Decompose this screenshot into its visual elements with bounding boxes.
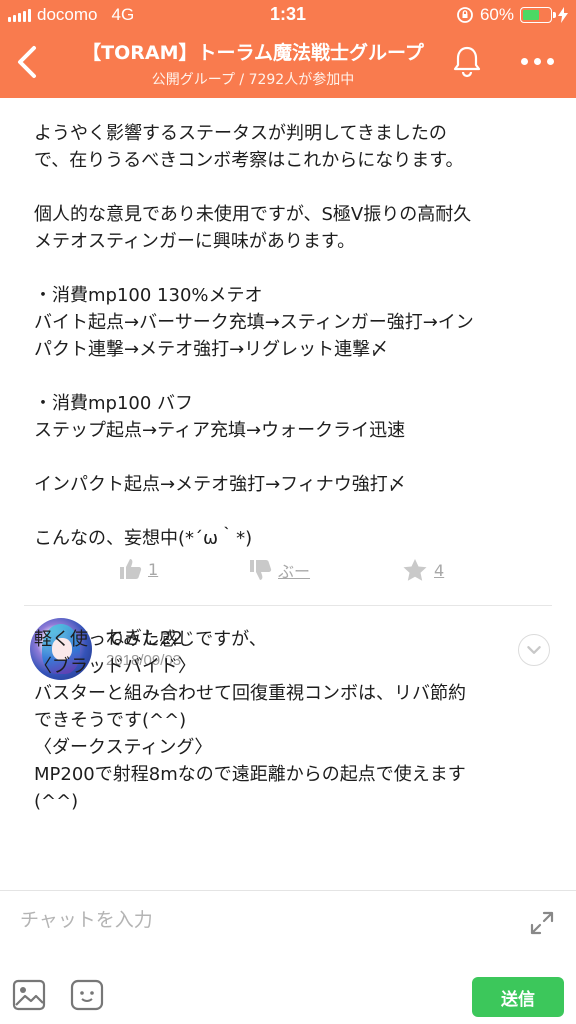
post-line: バイト起点→バーサーク充填→スティンガー強打→イン [34,312,474,333]
comment-line: バスターと組み合わせて回復重視コンボは、リバ節約 [34,683,466,704]
thumbs-up-icon [120,559,142,579]
post-line: ・消費mp100 バフ [34,393,194,414]
thumbs-down-icon [250,560,272,580]
post-line: ようやく影響するステータスが判明してきましたの [34,123,447,144]
comment-line: (^^) [34,791,79,812]
group-title: 【TORAM】トーラム魔法戦士グループ [82,42,424,64]
image-icon[interactable] [12,979,46,1011]
comment-line: 〈ブラッドバイド〉 [34,656,196,677]
star-button[interactable]: 4 [402,558,444,582]
status-bar: docomo 4G 1:31 60% [0,0,576,30]
top-bar: docomo 4G 1:31 60% 【TORAM】トーラム魔法戦士グループ 公… [0,0,576,98]
charging-bolt-icon [558,7,568,23]
bell-icon[interactable] [450,44,484,78]
orientation-lock-icon [457,7,473,23]
comment-line: できそうです(^^) [34,710,187,731]
post-line: ・消費mp100 130%メテオ [34,285,263,306]
post-line: 個人的な意見であり未使用ですが、S極V振りの高耐久 [34,204,472,225]
battery-fill [523,10,539,20]
sticker-icon[interactable] [70,979,104,1011]
post-line [34,444,554,471]
post-line: パクト連撃→メテオ強打→リグレット連撃〆 [34,339,389,360]
battery-icon [520,7,556,23]
post-reactions: 1 ぶー 4 [0,558,576,594]
comment-line: 軽く使ってみた感じですが、 [34,629,267,650]
post-line [34,363,554,390]
post-line [34,498,554,525]
group-subtitle: 公開グループ / 7292人が参加中 [151,72,355,88]
more-icon[interactable] [521,58,554,65]
comment-body: 軽く使ってみた感じですが、 〈ブラッドバイド〉バスターと組み合わせて回復重視コンボ… [34,626,554,815]
comment-line: MP200で射程8mなので遠距離からの起点で使えます [34,764,466,785]
group-title-block[interactable]: 【TORAM】トーラム魔法戦士グループ 公開グループ / 7292人が参加中 [60,38,446,89]
chat-input[interactable] [20,905,500,935]
nav-bar: 【TORAM】トーラム魔法戦士グループ 公開グループ / 7292人が参加中 [0,30,576,98]
post-line: メテオスティンガーに興味があります。 [34,231,356,252]
like-count: 1 [148,559,159,579]
chevron-left-icon[interactable] [10,42,46,82]
battery-percent: 60% [479,5,514,24]
post-line: インパクト起点→メテオ強打→フィナウ強打〆 [34,474,406,495]
post-body: ようやく影響するステータスが判明してきましたの で、在りうるべきコンボ考察はこれか… [34,120,554,552]
post-line: ステップ起点→ティア充填→ウォークライ迅速 [34,420,406,441]
chat-composer: 送信 [0,890,576,1024]
dislike-label: ぶー [278,562,311,581]
post-line: で、在りうるべきコンボ考察はこれからになります。 [34,150,464,171]
post-line [34,255,554,282]
comment-line: 〈ダークスティング〉 [34,737,213,758]
post-line [34,174,554,201]
dislike-button[interactable]: ぶー [248,558,310,582]
send-button[interactable]: 送信 [472,977,564,1017]
expand-icon[interactable] [528,909,556,937]
star-count: 4 [434,560,445,580]
post-line: こんなの、妄想中(*´ω｀*) [34,528,253,549]
status-right: 60% [456,5,568,25]
divider [24,605,552,606]
thread-content[interactable]: ようやく影響するステータスが判明してきましたの で、在りうるべきコンボ考察はこれか… [0,98,576,890]
like-button[interactable]: 1 [118,558,158,580]
star-icon [403,559,427,581]
